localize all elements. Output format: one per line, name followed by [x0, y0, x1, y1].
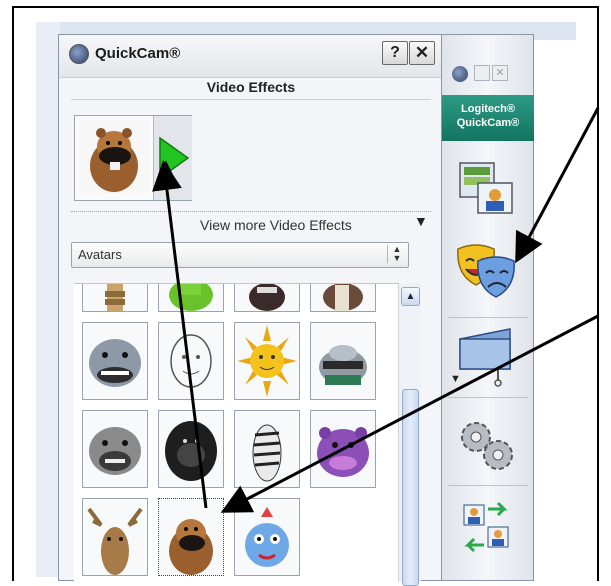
- effect-category-dropdown[interactable]: Avatars ▲ ▼: [71, 242, 409, 268]
- avatar-tile[interactable]: [82, 284, 148, 312]
- spine-avatar-icon: [105, 284, 125, 311]
- background-window-edge: [36, 22, 60, 577]
- avatar-grid: [74, 283, 412, 583]
- moose-avatar-icon: [87, 507, 143, 575]
- swap-users-button[interactable]: [454, 497, 520, 559]
- toolbar-app-icon: [452, 66, 468, 82]
- scroll-thumb[interactable]: [402, 389, 419, 586]
- toolbar-separator: [448, 397, 528, 398]
- camera-icon: [459, 328, 511, 387]
- avatar-tile[interactable]: [234, 498, 300, 576]
- help-button[interactable]: ?: [382, 41, 408, 65]
- toolbar-separator: [448, 485, 528, 486]
- avatar-tile[interactable]: [82, 322, 148, 400]
- avatar-tile[interactable]: [310, 410, 376, 488]
- avatar-tile[interactable]: [158, 322, 224, 400]
- zebra-avatar-icon: [252, 424, 282, 482]
- shark-avatar-icon: [89, 339, 141, 387]
- theater-masks-icon: [457, 244, 515, 298]
- quickcam-window: QuickCam® ? ✕ Video Effects View more Vi…: [58, 34, 442, 586]
- avatar-grid-scrollbar[interactable]: ▲: [398, 283, 421, 586]
- toolbar-expand-arrow[interactable]: ▼: [450, 373, 461, 385]
- toolbar-close-button[interactable]: ✕: [492, 65, 508, 81]
- avatar-tile[interactable]: [310, 284, 376, 312]
- view-more-effects-link[interactable]: View more Video Effects: [200, 217, 352, 233]
- video-effects-button[interactable]: [454, 239, 520, 301]
- avatar-tile[interactable]: [158, 284, 224, 312]
- avatar-tile[interactable]: [82, 410, 148, 488]
- green-alien-avatar-icon: [169, 284, 213, 311]
- view-more-dropdown-arrow[interactable]: ▼: [414, 213, 428, 229]
- video-effects-window-icon: [459, 162, 513, 214]
- quickcam-app-icon: [69, 44, 89, 64]
- avatar-tile[interactable]: [234, 410, 300, 488]
- section-divider: [71, 99, 431, 100]
- play-icon: [159, 136, 190, 180]
- dropdown-selected-value: Avatars: [78, 247, 122, 262]
- avatar-tile[interactable]: [234, 284, 300, 312]
- avatar-tile[interactable]: [234, 322, 300, 400]
- video-effects-window-button[interactable]: [454, 157, 520, 219]
- purple-hippo-avatar-icon: [317, 427, 369, 477]
- title-bar: QuickCam® ? ✕: [59, 35, 441, 78]
- avatar-tile[interactable]: [310, 322, 376, 400]
- avatar-tile[interactable]: [82, 498, 148, 576]
- quickcam-toolbar: ✕ Logitech® QuickCam® ▼: [442, 34, 534, 581]
- toolbar-minimize-button[interactable]: [474, 65, 490, 81]
- scroll-up-button[interactable]: ▲: [401, 287, 420, 306]
- gears-icon: [461, 422, 513, 470]
- beaver-avatar-icon: [169, 519, 213, 575]
- logitech-quickcam-logo: Logitech® QuickCam®: [442, 95, 534, 141]
- close-button[interactable]: ✕: [409, 41, 435, 65]
- dotted-divider: [71, 211, 431, 212]
- camera-button[interactable]: [454, 325, 520, 387]
- brand-line-2: QuickCam®: [456, 117, 520, 129]
- beaver-avatar-preview-icon: [79, 120, 149, 194]
- window-title: QuickCam®: [95, 45, 181, 62]
- bulldog-avatar-icon: [89, 427, 141, 475]
- swap-users-icon: [463, 501, 509, 553]
- sketch-face-avatar-icon: [170, 334, 212, 388]
- sun-avatar-icon: [237, 325, 297, 397]
- robot-head-avatar-icon: [319, 345, 367, 385]
- current-effect-preview[interactable]: [74, 115, 192, 201]
- fish-avatar-icon: [245, 507, 289, 567]
- gorilla-avatar-icon: [165, 421, 217, 481]
- horse-avatar-partial-icon: [323, 284, 363, 311]
- dropdown-arrows-icon[interactable]: ▲ ▼: [387, 245, 406, 263]
- settings-button[interactable]: [454, 415, 520, 477]
- toolbar-separator: [448, 317, 528, 318]
- section-title: Video Effects: [206, 79, 296, 95]
- avatar-tile-selected[interactable]: [158, 498, 224, 576]
- avatar-tile[interactable]: [158, 410, 224, 488]
- skull-avatar-icon: [249, 284, 285, 311]
- brand-line-1: Logitech®: [461, 103, 515, 115]
- play-button[interactable]: [153, 116, 192, 200]
